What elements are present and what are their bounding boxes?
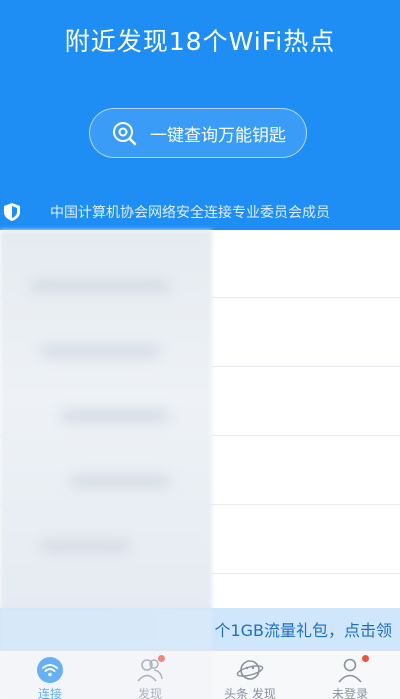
notification-badge [362, 655, 369, 662]
key-search-icon [110, 118, 140, 148]
planet-icon [236, 656, 264, 684]
blurred-region [0, 230, 212, 650]
notification-badge [158, 655, 165, 662]
query-master-key-button[interactable]: 一键查询万能钥匙 [89, 108, 307, 158]
shield-icon [2, 202, 22, 222]
tab-discover-label: 头条 发现 [224, 687, 276, 699]
query-master-key-label: 一键查询万能钥匙 [150, 125, 286, 146]
wifi-icon [36, 656, 64, 684]
certification-line: 中国计算机协会网络安全连接专业委员会成员 [0, 198, 400, 226]
tab-connect[interactable]: 连接 [0, 651, 100, 699]
tab-me-label: 未登录 [331, 687, 368, 699]
user-icon [336, 656, 364, 684]
certification-text: 中国计算机协会网络安全连接专业委员会成员 [50, 205, 330, 221]
tab-friends[interactable]: 发现 [100, 651, 200, 699]
tab-friends-label: 发现 [137, 687, 162, 699]
promo-text: 个1GB流量礼包，点击领 [214, 621, 392, 640]
tab-discover[interactable]: 头条 发现 [200, 651, 300, 699]
tab-connect-label: 连接 [37, 687, 62, 699]
tab-me[interactable]: 未登录 [300, 651, 400, 699]
page-title: 附近发现18个WiFi热点 [64, 27, 336, 56]
hotspot-header: 附近发现18个WiFi热点 一键查询万能钥匙 中国计算机协会网络安全连接专业委员… [0, 0, 400, 230]
bottom-nav: 连接 发现 头条 发现 未登录 [0, 650, 400, 699]
promo-blurred-region [0, 608, 212, 650]
